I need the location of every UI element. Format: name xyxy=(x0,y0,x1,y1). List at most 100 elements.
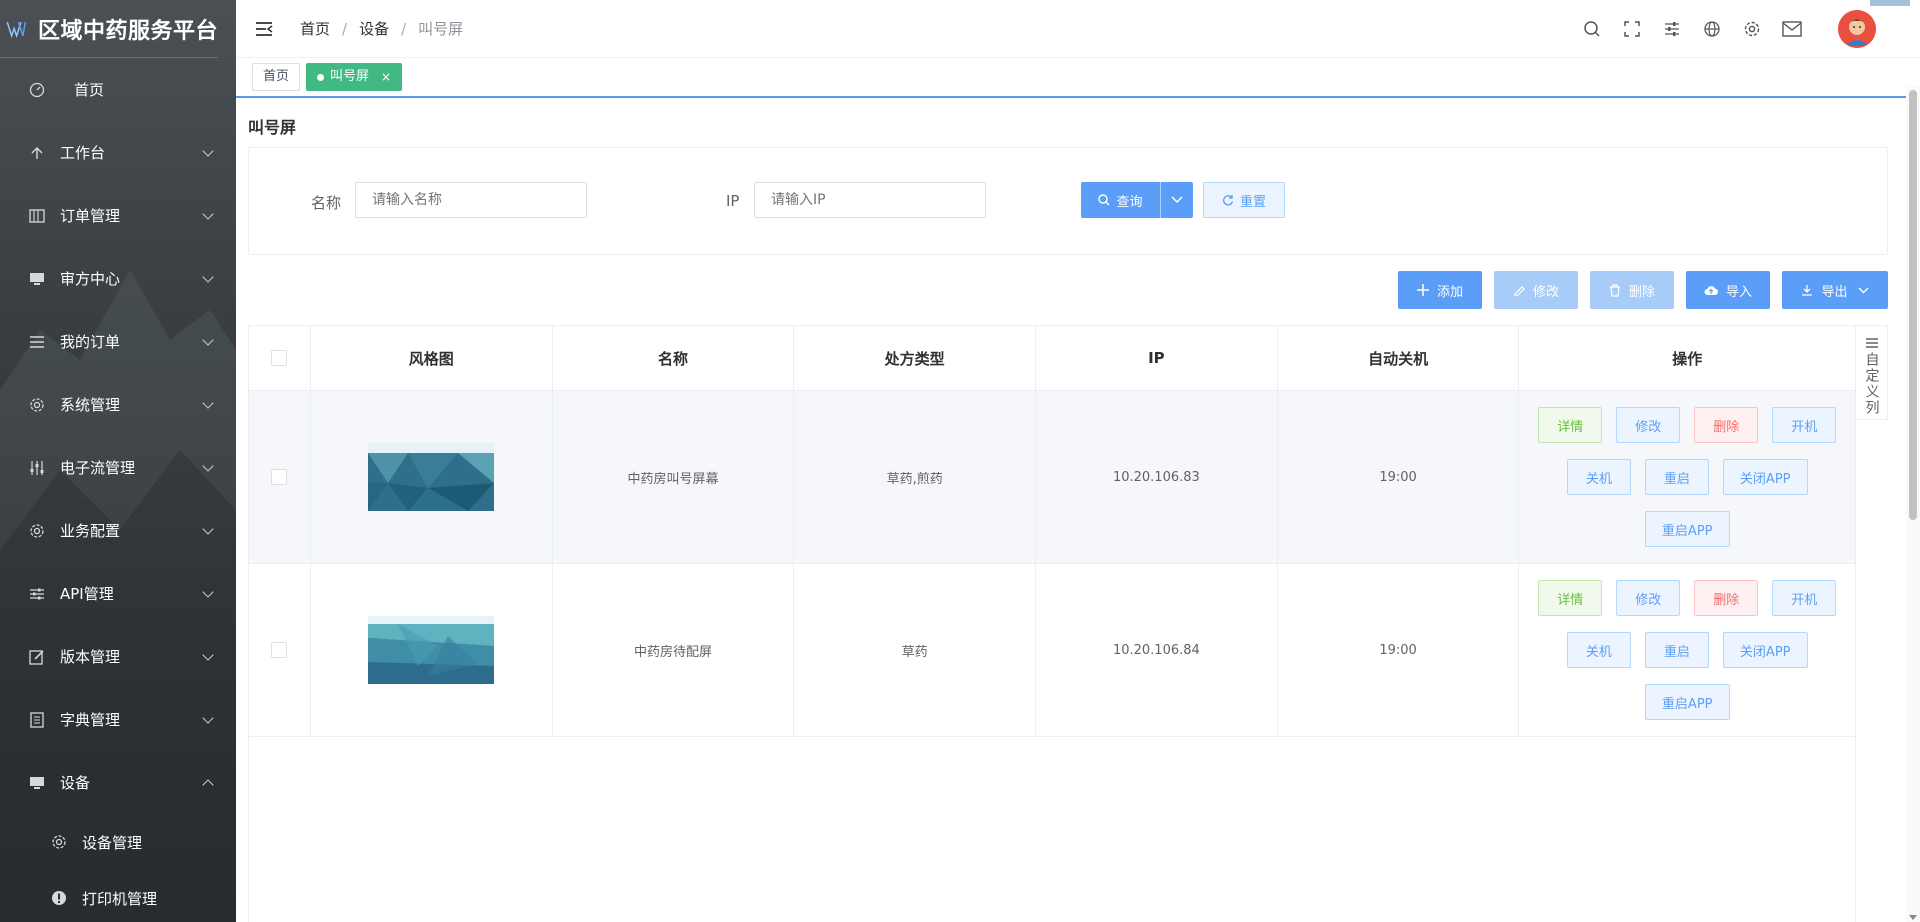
ip-input[interactable] xyxy=(754,182,986,218)
name-input[interactable] xyxy=(355,182,587,218)
close-app-button[interactable]: 关闭APP xyxy=(1722,459,1808,495)
select-all-checkbox[interactable] xyxy=(271,350,288,366)
sidebar-item-api[interactable]: API管理 xyxy=(0,562,236,625)
gear-icon xyxy=(28,396,46,414)
delete-row-button[interactable]: 删除 xyxy=(1694,580,1759,616)
table-row[interactable]: 中药房叫号屏幕 草药,煎药 10.20.106.83 19:00 详情 修改 删… xyxy=(249,391,1855,564)
detail-button[interactable]: 详情 xyxy=(1538,407,1603,443)
page-title: 叫号屏 xyxy=(248,118,297,137)
sidebar-item-dictionary[interactable]: 字典管理 xyxy=(0,688,236,751)
restart-button[interactable]: 重启 xyxy=(1644,632,1709,668)
sidebar-item-version[interactable]: 版本管理 xyxy=(0,625,236,688)
chevron-down-icon xyxy=(202,586,214,598)
query-button[interactable]: 查询 xyxy=(1081,182,1161,218)
breadcrumb: 首页 / 设备 / 叫号屏 xyxy=(300,18,463,39)
restart-button[interactable]: 重启 xyxy=(1644,459,1709,495)
auto-shutdown-cell: 19:00 xyxy=(1278,391,1520,563)
delete-button[interactable]: 删除 xyxy=(1590,271,1674,309)
brand[interactable]: 区域中药服务平台 xyxy=(0,0,218,58)
sidebar-item-label: 字典管理 xyxy=(60,711,121,729)
add-button[interactable]: 添加 xyxy=(1398,271,1482,309)
sidebar-item-home[interactable]: 首页 xyxy=(0,58,236,121)
sidebar: 区域中药服务平台 首页 工作台 订单管理 审方中心 我的订单 系统管理 电子流管… xyxy=(0,0,236,922)
edit-button[interactable]: 修改 xyxy=(1494,271,1578,309)
scroll-down-arrow-icon[interactable] xyxy=(1909,915,1917,920)
chevron-down-icon xyxy=(202,334,214,346)
auto-shutdown-cell: 19:00 xyxy=(1278,564,1520,736)
column-header-prescription-type: 处方类型 xyxy=(794,326,1037,390)
book-icon xyxy=(28,711,46,729)
restart-app-button[interactable]: 重启APP xyxy=(1644,684,1730,720)
sidebar-item-my-orders[interactable]: 我的订单 xyxy=(0,310,236,373)
chevron-down-icon xyxy=(202,397,214,409)
query-dropdown-button[interactable] xyxy=(1161,182,1193,218)
refresh-icon xyxy=(1222,194,1234,206)
tab-home[interactable]: 首页 xyxy=(252,63,301,91)
sidebar-item-label: 订单管理 xyxy=(60,207,121,225)
edit-row-button[interactable]: 修改 xyxy=(1616,407,1681,443)
restart-app-button[interactable]: 重启APP xyxy=(1644,511,1730,547)
mail-icon[interactable] xyxy=(1782,19,1802,39)
style-image-thumbnail[interactable] xyxy=(368,443,495,511)
custom-columns-toggle[interactable]: 自定义列 xyxy=(1856,325,1888,420)
sidebar-item-eflow[interactable]: 电子流管理 xyxy=(0,436,236,499)
sidebar-item-device[interactable]: 设备 xyxy=(0,751,236,814)
custom-columns-label: 自定义列 xyxy=(1863,352,1880,416)
chevron-down-icon xyxy=(202,145,214,157)
power-off-button[interactable]: 关机 xyxy=(1566,459,1631,495)
breadcrumb-home[interactable]: 首页 xyxy=(300,18,330,39)
scrollbar-thumb[interactable] xyxy=(1909,90,1917,520)
sidebar-item-label: 版本管理 xyxy=(60,648,121,666)
export-button[interactable]: 导出 xyxy=(1782,271,1888,309)
name-cell: 中药房待配屏 xyxy=(553,564,795,736)
globe-icon[interactable] xyxy=(1702,19,1722,39)
sidebar-item-business-config[interactable]: 业务配置 xyxy=(0,499,236,562)
search-icon[interactable] xyxy=(1582,19,1602,39)
tab-call-screen[interactable]: 叫号屏 × xyxy=(306,63,403,91)
chevron-down-icon xyxy=(1171,196,1183,204)
power-on-button[interactable]: 开机 xyxy=(1772,407,1837,443)
active-dot-icon xyxy=(317,73,325,81)
import-button[interactable]: 导入 xyxy=(1686,271,1770,309)
sliders-icon xyxy=(28,459,46,477)
fullscreen-icon[interactable] xyxy=(1622,19,1642,39)
settings-sliders-icon[interactable] xyxy=(1662,19,1682,39)
sidebar-item-workbench[interactable]: 工作台 xyxy=(0,121,236,184)
sidebar-subitem-printer-management[interactable]: 打印机管理 xyxy=(0,870,236,922)
style-image-thumbnail[interactable] xyxy=(368,616,495,684)
top-right-indicator xyxy=(1870,0,1910,6)
table-row[interactable]: 中药房待配屏 草药 10.20.106.84 19:00 详情 修改 删除 开机… xyxy=(249,564,1855,737)
sidebar-item-label: 首页 xyxy=(74,81,105,99)
page-scrollbar[interactable] xyxy=(1906,86,1920,922)
delete-row-button[interactable]: 删除 xyxy=(1694,407,1759,443)
row-checkbox[interactable] xyxy=(271,642,288,658)
edit-row-button[interactable]: 修改 xyxy=(1616,580,1681,616)
brand-logo-icon xyxy=(6,21,26,38)
reset-button[interactable]: 重置 xyxy=(1203,182,1285,218)
list-icon xyxy=(28,333,46,351)
gear-icon[interactable] xyxy=(1742,19,1762,39)
close-app-button[interactable]: 关闭APP xyxy=(1722,632,1808,668)
prescription-type-cell: 草药,煎药 xyxy=(794,391,1037,563)
header-tools xyxy=(1562,0,1876,58)
sidebar-item-system[interactable]: 系统管理 xyxy=(0,373,236,436)
sidebar-item-review[interactable]: 审方中心 xyxy=(0,247,236,310)
tags-view: 首页 叫号屏 × xyxy=(236,58,1920,98)
row-checkbox[interactable] xyxy=(271,469,288,485)
menu-fold-icon[interactable] xyxy=(254,19,274,39)
close-icon[interactable]: × xyxy=(381,64,391,90)
chevron-down-icon xyxy=(202,460,214,472)
detail-button[interactable]: 详情 xyxy=(1538,580,1603,616)
search-icon xyxy=(1098,194,1110,206)
breadcrumb-device[interactable]: 设备 xyxy=(359,18,389,39)
avatar[interactable] xyxy=(1838,10,1876,48)
edit-label: 修改 xyxy=(1532,284,1559,300)
column-header-operations: 操作 xyxy=(1672,349,1703,368)
brand-title: 区域中药服务平台 xyxy=(37,18,218,44)
power-on-button[interactable]: 开机 xyxy=(1772,580,1837,616)
power-off-button[interactable]: 关机 xyxy=(1566,632,1631,668)
dashboard-icon xyxy=(28,81,46,99)
sidebar-subitem-device-management[interactable]: 设备管理 xyxy=(0,814,236,870)
reset-label: 重置 xyxy=(1239,194,1266,210)
sidebar-item-orders[interactable]: 订单管理 xyxy=(0,184,236,247)
